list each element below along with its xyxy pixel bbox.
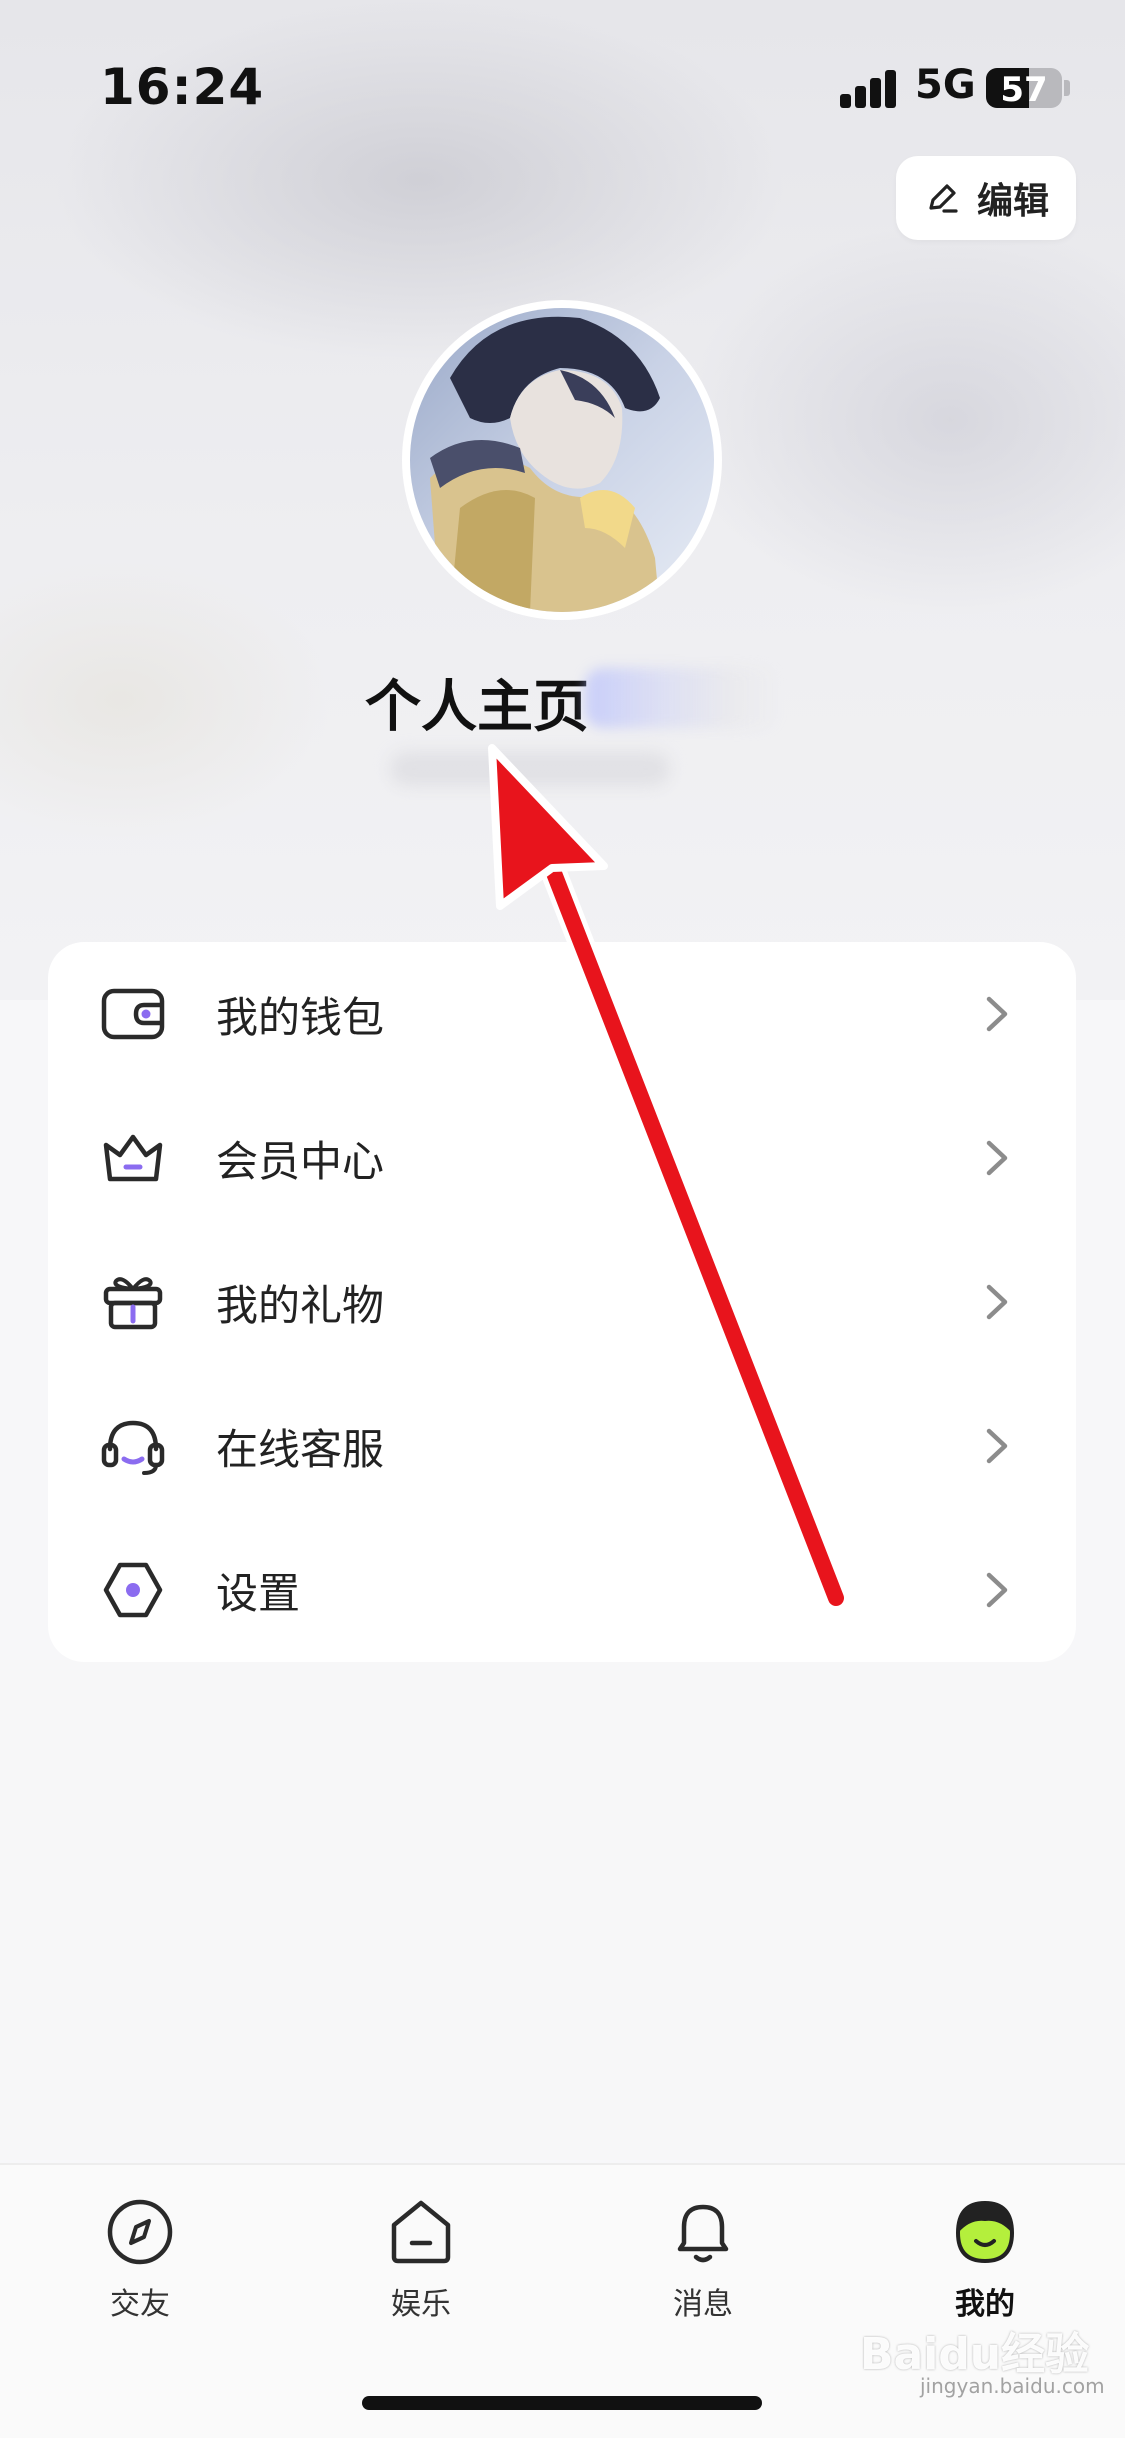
chevron-right-icon	[986, 1428, 1008, 1464]
menu-label-membership: 会员中心	[216, 1136, 385, 1186]
menu-label-settings: 设置	[216, 1568, 301, 1618]
battery-percent: 57	[1000, 70, 1048, 108]
signal-icon	[840, 70, 898, 108]
network-type: 5G	[915, 62, 976, 108]
compass-icon	[107, 2199, 173, 2265]
settings-icon	[98, 1555, 168, 1625]
gift-icon	[98, 1267, 168, 1337]
tab-dating[interactable]: 交友	[60, 2195, 220, 2322]
battery-icon: 57	[986, 68, 1062, 108]
tab-entertainment[interactable]: 娱乐	[341, 2195, 501, 2322]
bell-icon	[677, 2204, 729, 2263]
tab-label-messages: 消息	[673, 2287, 733, 2322]
menu-item-membership[interactable]: 会员中心	[48, 1086, 1076, 1230]
tab-label-mine: 我的	[955, 2287, 1015, 2322]
edit-label: 编辑	[976, 181, 1049, 222]
menu-item-gifts[interactable]: 我的礼物	[48, 1230, 1076, 1374]
page-background	[0, 1660, 1125, 2160]
menu-label-wallet: 我的钱包	[216, 992, 385, 1042]
wallet-icon	[98, 979, 168, 1049]
tab-messages[interactable]: 消息	[623, 2195, 783, 2322]
menu-item-customer-service[interactable]: 在线客服	[48, 1374, 1076, 1518]
home-icon	[391, 2200, 451, 2264]
avatar[interactable]	[402, 300, 722, 620]
menu-item-wallet[interactable]: 我的钱包	[48, 942, 1076, 1086]
chevron-right-icon	[986, 1572, 1008, 1608]
blurred-subtitle	[390, 752, 670, 786]
menu-label-customer-service: 在线客服	[216, 1424, 385, 1474]
edit-button[interactable]: 编辑	[896, 156, 1076, 240]
profile-face-icon	[955, 2200, 1015, 2264]
pencil-icon	[929, 184, 958, 213]
menu-item-settings[interactable]: 设置	[48, 1518, 1076, 1662]
chevron-right-icon	[986, 996, 1008, 1032]
tab-label-entertainment: 娱乐	[391, 2287, 451, 2322]
menu-card: 我的钱包 会员中心 我的礼物 在线客服 设置	[48, 942, 1076, 1662]
headset-icon	[98, 1411, 168, 1481]
crown-icon	[98, 1123, 168, 1193]
blurred-user-id	[585, 668, 780, 728]
profile-name[interactable]: 个人主页	[365, 662, 589, 743]
avatar-image	[410, 308, 714, 612]
menu-label-gifts: 我的礼物	[216, 1280, 385, 1330]
tab-mine[interactable]: 我的	[905, 2195, 1065, 2322]
baidu-watermark-url: jingyan.baidu.com	[920, 2374, 1105, 2398]
battery-cap	[1064, 80, 1070, 96]
chevron-right-icon	[986, 1284, 1008, 1320]
tab-label-dating: 交友	[110, 2287, 170, 2322]
chevron-right-icon	[986, 1140, 1008, 1176]
home-indicator[interactable]	[362, 2396, 762, 2410]
status-time: 16:24	[100, 58, 265, 116]
baidu-watermark: Baidu经验	[860, 2329, 1090, 2380]
